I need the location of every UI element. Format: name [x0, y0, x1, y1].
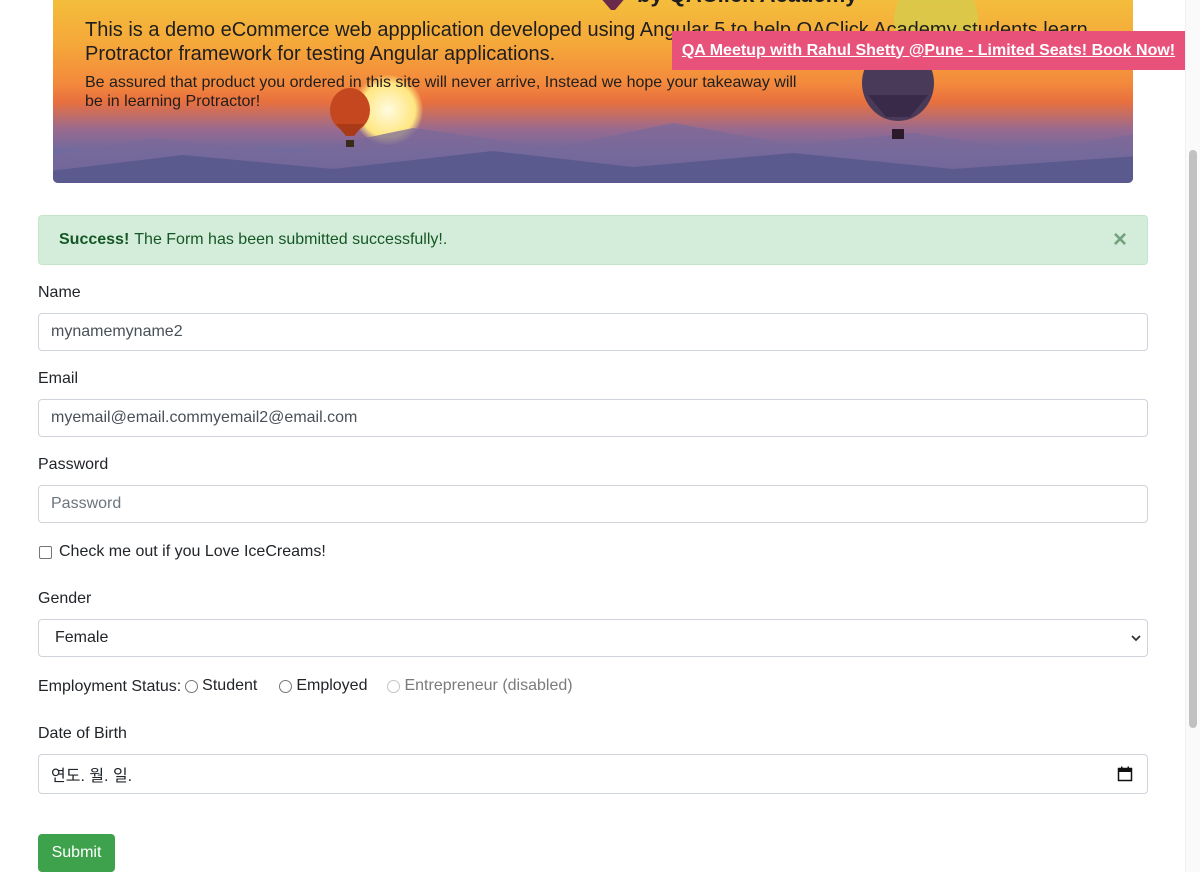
submit-button[interactable]: Submit — [38, 834, 115, 872]
email-label: Email — [38, 370, 79, 387]
icecream-checkbox-row: Check me out if you Love IceCreams! — [38, 543, 326, 561]
radio-entrepreneur: Entrepreneur (disabled) — [383, 677, 573, 695]
promo-link[interactable]: QA Meetup with Rahul Shetty @Pune - Limi… — [682, 42, 1175, 60]
alert-strong-text: Success! — [59, 231, 130, 248]
dob-input[interactable]: 연도. 월. 일. — [38, 754, 1148, 794]
radio-student-label: Student — [202, 677, 258, 694]
hot-air-balloon-icon — [602, 0, 624, 10]
employment-label: Employment Status: — [38, 678, 182, 695]
gender-label: Gender — [38, 590, 92, 607]
name-label: Name — [38, 284, 81, 301]
gender-selected-value: Female — [55, 629, 109, 646]
employment-status-row: Employment Status: Student Employed Entr… — [38, 676, 587, 696]
icecream-checkbox[interactable] — [39, 545, 52, 559]
password-input[interactable] — [38, 485, 1148, 523]
close-icon[interactable]: × — [1113, 228, 1127, 252]
radio-entrepreneur-button — [387, 679, 401, 693]
hills-decoration — [53, 123, 1133, 183]
gender-select[interactable]: Female — [38, 619, 1148, 657]
chevron-down-icon — [1131, 635, 1141, 642]
radio-employed-label: Employed — [296, 677, 368, 694]
success-alert: Success! The Form has been submitted suc… — [38, 215, 1148, 265]
dob-label: Date of Birth — [38, 725, 127, 742]
alert-message: The Form has been submitted successfully… — [134, 231, 448, 248]
scrollbar[interactable] — [1185, 0, 1200, 872]
radio-student[interactable]: Student — [181, 677, 257, 695]
hero-title: by QAClick Academy — [637, 0, 858, 8]
radio-student-button[interactable] — [185, 679, 199, 693]
email-input[interactable] — [38, 399, 1148, 437]
dob-placeholder: 연도. 월. 일. — [51, 768, 133, 785]
radio-entrepreneur-label: Entrepreneur (disabled) — [404, 677, 573, 694]
name-input[interactable] — [38, 313, 1148, 351]
icecream-checkbox-label: Check me out if you Love IceCreams! — [59, 543, 326, 560]
radio-employed[interactable]: Employed — [275, 677, 367, 695]
hero-banner: by QAClick Academy This is a demo eComme… — [53, 0, 1133, 183]
radio-employed-button[interactable] — [279, 679, 293, 693]
promo-banner: QA Meetup with Rahul Shetty @Pune - Limi… — [672, 31, 1185, 70]
hero-subtext: Be assured that product you ordered in t… — [85, 74, 797, 110]
calendar-icon[interactable] — [1117, 766, 1133, 782]
scrollbar-thumb[interactable] — [1189, 150, 1197, 728]
password-label: Password — [38, 456, 109, 473]
